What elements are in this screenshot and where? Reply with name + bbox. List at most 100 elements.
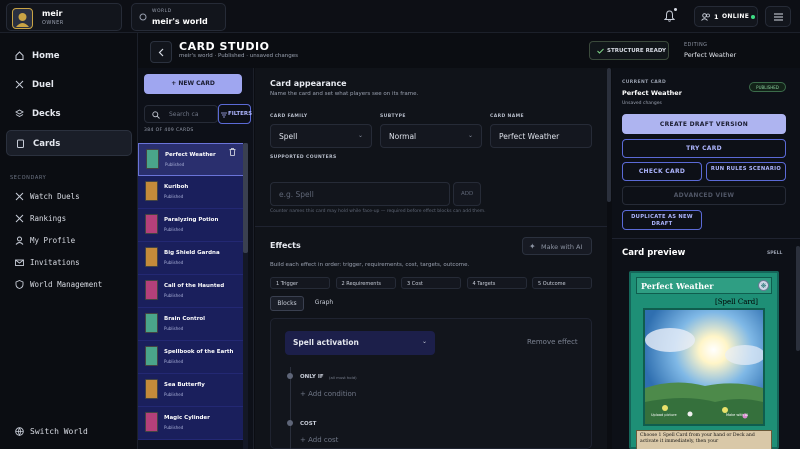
activation-select[interactable]: Spell activation ⌄ — [285, 331, 435, 355]
card-list-item[interactable]: Paralyzing Potion Published — [138, 209, 244, 242]
sidebar: Home Duel Decks Cards SECONDARY Watch Du… — [0, 33, 138, 449]
card-family-select[interactable]: Spell ⌄ — [270, 124, 372, 148]
user-role: OWNER — [42, 20, 64, 26]
card-thumbnail — [145, 379, 158, 399]
card-family-label: CARD FAMILY — [270, 114, 308, 119]
card-list-item[interactable]: Call of the Haunted Published — [138, 275, 244, 308]
nav-my-profile[interactable]: My Profile — [6, 231, 132, 251]
upload-picture-button[interactable]: Upload picture — [651, 413, 677, 417]
appearance-desc: Name the card and set what players see o… — [270, 91, 419, 97]
card-name-value: Perfect Weather — [499, 132, 560, 141]
nav-watch-duels-label: Watch Duels — [30, 192, 80, 201]
duplicate-draft-button[interactable]: DUPLICATE AS NEW DRAFT — [622, 210, 702, 230]
card-list-item[interactable]: Brain Control Published — [138, 308, 244, 341]
shield-icon — [15, 280, 24, 289]
user-menu[interactable]: meir OWNER — [6, 3, 122, 31]
card-render: Perfect Weather ❋ [Spell Card] Upload pi… — [629, 271, 779, 449]
nav-cards[interactable]: Cards — [6, 130, 132, 156]
counters-input[interactable]: e.g. Spell — [270, 182, 450, 206]
filters-button[interactable]: FILTERS — [218, 104, 252, 124]
switch-world-button[interactable]: Switch World — [6, 422, 132, 442]
card-list-item[interactable]: Spellbook of the Earth Published — [138, 341, 244, 374]
only-if-label: ONLY IF — [300, 374, 324, 380]
user-icon — [15, 236, 24, 245]
make-with-ai-button[interactable]: ✦ Make with AI — [522, 237, 592, 255]
nav-home[interactable]: Home — [6, 43, 132, 69]
world-selector[interactable]: WORLD meir's world — [131, 3, 226, 31]
card-list-item[interactable]: Perfect Weather Published — [138, 143, 244, 176]
effect-step-label: 5 Outcome — [538, 281, 566, 287]
effect-step[interactable]: 2 Requirements — [335, 277, 396, 289]
add-cost-button[interactable]: + Add cost — [300, 436, 338, 444]
switch-world-label: Switch World — [30, 427, 88, 436]
nav-watch-duels[interactable]: Watch Duels — [6, 187, 132, 207]
subtype-select[interactable]: Normal ⌄ — [380, 124, 482, 148]
card-preview-title: Card preview — [622, 248, 686, 258]
card-render-name: Perfect Weather — [641, 281, 714, 291]
card-thumbnail — [145, 181, 158, 201]
card-item-name: Sea Butterfly — [164, 382, 205, 388]
subtype-label: SUBTYPE — [380, 114, 406, 119]
nav-decks[interactable]: Decks — [6, 101, 132, 127]
scrollbar-thumb[interactable] — [243, 143, 248, 253]
avatar — [12, 8, 33, 29]
card-item-name: Big Shield Gardna — [164, 250, 220, 256]
bell-icon[interactable] — [664, 10, 675, 22]
effect-step[interactable]: 5 Outcome — [532, 277, 592, 289]
effect-step[interactable]: 3 Cost — [401, 277, 461, 289]
card-list-item[interactable]: Big Shield Gardna Published — [138, 242, 244, 275]
world-label: WORLD — [152, 9, 172, 14]
online-indicator[interactable]: 1 ONLINE — [694, 6, 758, 27]
sparkle-icon: ✦ — [529, 242, 536, 251]
nav-world-management[interactable]: World Management — [6, 275, 132, 295]
effect-step[interactable]: 1 Trigger — [270, 277, 330, 289]
effect-step[interactable]: 4 Targets — [466, 277, 527, 289]
card-item-name: Perfect Weather — [165, 152, 216, 158]
card-thumbnail — [146, 149, 159, 169]
search-input[interactable]: Search ca — [169, 111, 199, 118]
add-condition-button[interactable]: + Add condition — [300, 390, 356, 398]
nav-rankings[interactable]: Rankings — [6, 209, 132, 229]
right-panel-scrollbar[interactable] — [796, 246, 800, 351]
nav-invitations[interactable]: Invitations — [6, 253, 132, 273]
art-make-ai-button[interactable]: Make with AI — [726, 413, 748, 417]
nav-invitations-label: Invitations — [30, 258, 80, 267]
check-card-button[interactable]: CHECK CARD — [622, 162, 702, 181]
hamburger-icon — [774, 13, 783, 21]
back-button[interactable] — [150, 41, 172, 63]
timeline-dot — [287, 420, 293, 426]
notification-dot — [674, 8, 677, 11]
search-box[interactable]: Search ca — [144, 105, 218, 123]
online-count: 1 — [714, 13, 719, 21]
trash-icon[interactable] — [229, 148, 236, 156]
card-name-field[interactable]: Perfect Weather — [490, 124, 592, 148]
chevron-down-icon: ⌄ — [421, 338, 427, 345]
nav-duel[interactable]: Duel — [6, 72, 132, 98]
run-rules-scenario-button[interactable]: RUN RULES SCENARIO — [706, 162, 786, 181]
card-list-item[interactable]: Kuriboh Published — [138, 176, 244, 209]
chevron-down-icon: ⌄ — [467, 132, 473, 139]
new-card-button[interactable]: + NEW CARD — [144, 74, 242, 94]
main-scrollbar[interactable] — [607, 68, 611, 202]
card-item-name: Spellbook of the Earth — [164, 349, 234, 355]
card-list-item[interactable]: Magic Cylinder Published — [138, 407, 244, 440]
card-item-name: Brain Control — [164, 316, 206, 322]
create-draft-button[interactable]: CREATE DRAFT VERSION — [622, 114, 786, 134]
current-card-label: CURRENT CARD — [622, 80, 667, 85]
globe-icon — [15, 427, 24, 436]
card-name-bar: Perfect Weather ❋ — [636, 277, 772, 294]
card-list-item[interactable]: Sea Butterfly Published — [138, 374, 244, 407]
mail-icon — [15, 258, 24, 267]
advanced-view-button[interactable]: ADVANCED VIEW — [622, 186, 786, 205]
remove-effect-button[interactable]: Remove effect — [527, 338, 578, 346]
current-card-name: Perfect Weather — [622, 89, 682, 97]
try-card-button[interactable]: TRY CARD — [622, 139, 786, 158]
card-item-status: Published — [164, 359, 184, 364]
tab-graph[interactable]: Graph — [309, 296, 339, 311]
tab-blocks[interactable]: Blocks — [270, 296, 304, 311]
add-counter-button[interactable]: ADD — [453, 182, 481, 206]
menu-button[interactable] — [765, 6, 791, 27]
online-label: ONLINE — [722, 13, 750, 20]
structure-ready-button[interactable]: STRUCTURE READY — [589, 41, 669, 60]
right-panel: CURRENT CARD Perfect Weather PUBLISHED U… — [612, 68, 800, 449]
